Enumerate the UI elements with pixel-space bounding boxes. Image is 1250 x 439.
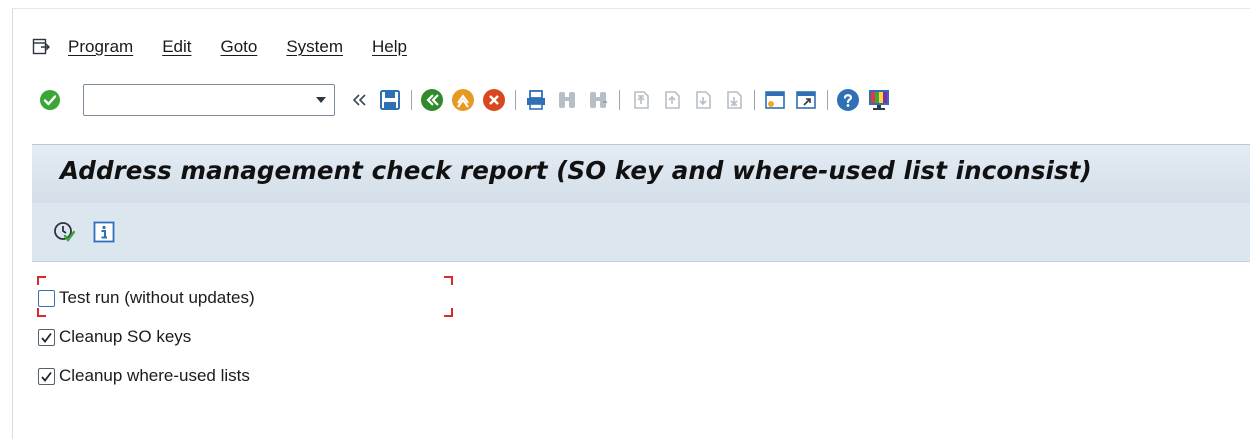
exit-icon[interactable] [451, 88, 475, 112]
page-title: Address management check report (SO key … [60, 156, 1092, 185]
selection-screen: Test run (without updates) Cleanup SO ke… [32, 262, 1250, 439]
command-dropdown-icon[interactable] [315, 95, 327, 105]
focus-frame-corner [37, 276, 46, 285]
application-toolbar [32, 203, 1250, 262]
execute-icon[interactable] [52, 220, 76, 244]
cleanup-so-keys-checkbox[interactable] [38, 328, 55, 346]
focus-frame-corner [444, 308, 453, 317]
first-page-icon[interactable] [628, 88, 652, 112]
cleanup-so-keys-label: Cleanup SO keys [59, 327, 192, 346]
toolbar-separator [754, 90, 755, 110]
enter-icon[interactable] [38, 88, 62, 112]
create-session-icon[interactable] [763, 88, 787, 112]
command-input[interactable] [84, 87, 316, 113]
previous-page-icon[interactable] [659, 88, 683, 112]
find-icon[interactable] [555, 88, 579, 112]
checkmark-icon [41, 332, 52, 343]
last-page-icon[interactable] [721, 88, 745, 112]
command-field[interactable] [83, 84, 335, 116]
cleanup-where-used-label: Cleanup where-used lists [59, 366, 250, 385]
next-page-icon[interactable] [690, 88, 714, 112]
option-test-run[interactable]: Test run (without updates) [38, 288, 255, 308]
menu-program[interactable]: Program [68, 37, 133, 57]
back-icon[interactable] [420, 88, 444, 112]
focus-frame-corner [37, 308, 46, 317]
cancel-icon[interactable] [482, 88, 506, 112]
toolbar-separator [411, 90, 412, 110]
menu-system[interactable]: System [286, 37, 343, 57]
window-top-edge [0, 0, 1250, 9]
window-left-edge [0, 8, 13, 439]
checkmark-icon [41, 371, 52, 382]
system-menu-icon[interactable] [32, 37, 52, 57]
toolbar-separator [827, 90, 828, 110]
menu-help[interactable]: Help [372, 37, 407, 57]
test-run-checkbox[interactable] [38, 289, 55, 307]
test-run-label: Test run (without updates) [59, 288, 255, 307]
focus-frame-corner [444, 276, 453, 285]
menu-edit[interactable]: Edit [162, 37, 191, 57]
cleanup-where-used-checkbox[interactable] [38, 367, 55, 385]
toolbar-separator [619, 90, 620, 110]
collapse-icon[interactable] [347, 88, 371, 112]
option-cleanup-where-used[interactable]: Cleanup where-used lists [38, 366, 250, 386]
information-icon[interactable] [92, 220, 116, 244]
option-cleanup-so-keys[interactable]: Cleanup SO keys [38, 327, 191, 347]
toolbar-separator [515, 90, 516, 110]
menu-goto[interactable]: Goto [220, 37, 257, 57]
help-icon[interactable] [836, 88, 860, 112]
title-bar: Address management check report (SO key … [32, 144, 1250, 204]
print-icon[interactable] [524, 88, 548, 112]
standard-toolbar [14, 80, 898, 120]
shortcut-icon[interactable] [794, 88, 818, 112]
customize-layout-icon[interactable] [867, 88, 891, 112]
menu-bar: Program Edit Goto System Help [14, 30, 436, 64]
find-next-icon[interactable] [586, 88, 610, 112]
save-icon[interactable] [378, 88, 402, 112]
